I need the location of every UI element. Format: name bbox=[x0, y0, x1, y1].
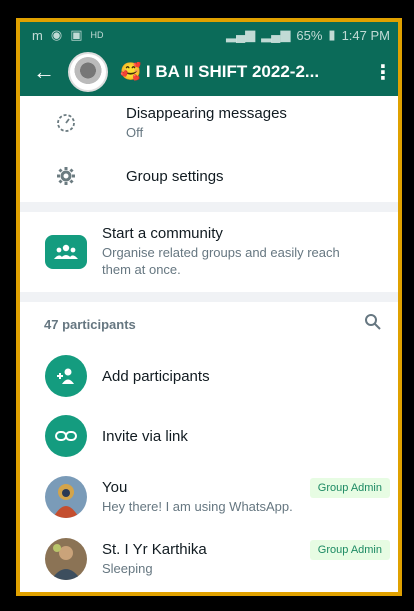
group-settings-row[interactable]: Group settings bbox=[20, 150, 398, 202]
disappearing-messages-value: Off bbox=[126, 124, 144, 140]
add-person-icon bbox=[45, 355, 87, 397]
group-admin-badge: Group Admin bbox=[309, 478, 390, 498]
group-logo-icon bbox=[73, 57, 103, 87]
participant-row[interactable]: You Hey there! I am using WhatsApp. Grou… bbox=[20, 466, 398, 528]
group-info-content: Disappearing messages Off Group settings… bbox=[20, 96, 398, 592]
avatar[interactable] bbox=[45, 538, 87, 580]
back-arrow-icon[interactable]: ← bbox=[26, 59, 62, 85]
participants-count: 47 participants bbox=[44, 316, 136, 332]
overflow-menu-icon[interactable]: ⋮ bbox=[368, 60, 398, 85]
gallery-icon: ▣ bbox=[70, 27, 83, 42]
group-title[interactable]: 🥰 I BA II SHIFT 2022-2... bbox=[120, 62, 368, 82]
hd-indicator: HD bbox=[90, 30, 104, 40]
outer-frame: m ◉ ▣ HD ▂▄▆ ▂▄▆ 65% ▮ 1:47 PM ← 🥰 I BA … bbox=[0, 0, 414, 611]
participants-header: 47 participants bbox=[20, 302, 398, 346]
status-bar: m ◉ ▣ HD ▂▄▆ ▂▄▆ 65% ▮ 1:47 PM bbox=[20, 22, 398, 48]
participant-row[interactable]: St. I Yr Karthika Sleeping Group Admin bbox=[20, 528, 398, 590]
divider bbox=[20, 202, 398, 212]
chat-icon: ◉ bbox=[50, 27, 63, 42]
participant-name: You bbox=[102, 478, 128, 496]
participant-status: Hey there! I am using WhatsApp. bbox=[102, 498, 293, 514]
disappearing-messages-label: Disappearing messages bbox=[126, 104, 287, 122]
community-subtitle: Organise related groups and easily reach… bbox=[102, 245, 340, 277]
battery-percent: 65% bbox=[296, 27, 323, 43]
clock: 1:47 PM bbox=[341, 27, 390, 43]
participant-status: Sleeping bbox=[102, 560, 153, 576]
community-title: Start a community bbox=[102, 225, 223, 243]
signal-icon: ▂▄▆ bbox=[225, 27, 256, 42]
community-icon bbox=[45, 235, 87, 269]
add-participants-label: Add participants bbox=[102, 367, 210, 385]
m-icon: m bbox=[32, 27, 43, 43]
invite-link-label: Invite via link bbox=[102, 427, 188, 445]
phone-screen: m ◉ ▣ HD ▂▄▆ ▂▄▆ 65% ▮ 1:47 PM ← 🥰 I BA … bbox=[16, 18, 402, 596]
start-community-row[interactable]: Start a community Organise related group… bbox=[20, 212, 398, 292]
app-bar: ← 🥰 I BA II SHIFT 2022-2... ⋮ bbox=[20, 48, 398, 96]
group-admin-badge: Group Admin bbox=[309, 540, 390, 560]
gear-icon bbox=[44, 154, 88, 198]
avatar[interactable] bbox=[45, 476, 87, 518]
disappearing-messages-row[interactable]: Disappearing messages Off bbox=[20, 96, 398, 150]
add-participants-row[interactable]: Add participants bbox=[20, 346, 398, 406]
divider-2 bbox=[20, 292, 398, 302]
signal-icon-2: ▂▄▆ bbox=[261, 27, 291, 42]
timer-icon bbox=[44, 101, 88, 145]
battery-icon: ▮ bbox=[328, 27, 336, 42]
invite-link-row[interactable]: Invite via link bbox=[20, 406, 398, 466]
group-settings-label: Group settings bbox=[126, 167, 224, 185]
group-avatar[interactable] bbox=[68, 52, 108, 92]
participant-name: St. I Yr Karthika bbox=[102, 540, 207, 558]
search-icon[interactable] bbox=[364, 313, 382, 336]
link-icon bbox=[45, 415, 87, 457]
